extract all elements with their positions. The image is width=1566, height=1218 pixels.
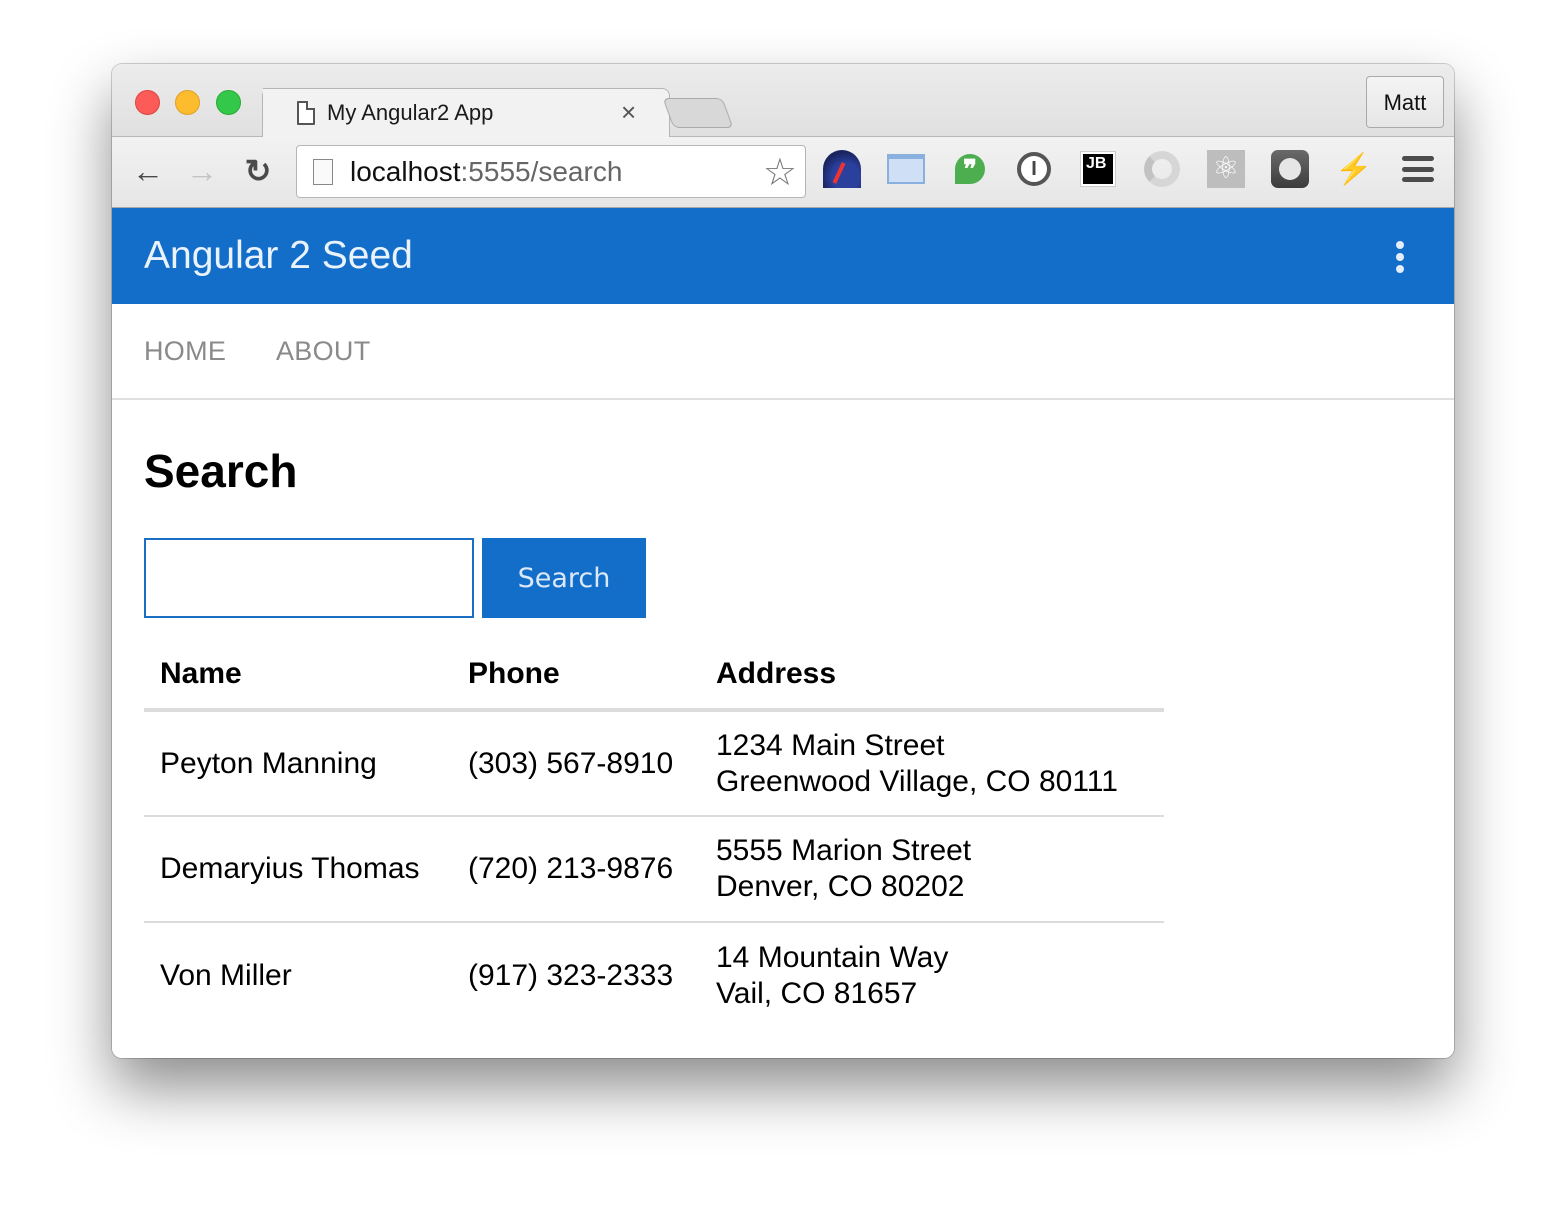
page-icon — [297, 101, 315, 125]
1password-extension-icon[interactable]: I — [1014, 149, 1054, 189]
close-window-button[interactable] — [135, 90, 160, 115]
cell-phone: (303) 567-8910 — [452, 710, 700, 817]
column-header-phone: Phone — [452, 640, 700, 712]
table-header-row: Name Phone Address — [144, 640, 1164, 712]
zoom-window-button[interactable] — [216, 90, 241, 115]
speedometer-extension-icon[interactable] — [822, 149, 862, 189]
address-line-2: Greenwood Village, CO 80111 — [716, 764, 1118, 798]
jetbrains-extension-icon[interactable]: JB — [1078, 149, 1118, 189]
page-icon — [313, 159, 333, 185]
cell-address: 1234 Main Street Greenwood Village, CO 8… — [700, 710, 1164, 817]
browser-tab-active[interactable]: My Angular2 App × — [262, 88, 670, 138]
profile-button[interactable]: Matt — [1366, 76, 1444, 128]
more-vert-icon[interactable] — [1394, 241, 1406, 273]
back-arrow-icon[interactable]: ← — [130, 153, 166, 189]
new-tab-button[interactable] — [662, 98, 734, 128]
address-line-2: Denver, CO 80202 — [716, 870, 965, 903]
table-row: Peyton Manning (303) 567-8910 1234 Main … — [144, 710, 1164, 817]
address-bar[interactable]: localhost:5555/search ☆ — [296, 145, 806, 198]
page-title: Search — [144, 445, 298, 497]
tab-title: My Angular2 App — [327, 100, 494, 125]
hamburger-menu-icon[interactable] — [1398, 149, 1438, 189]
cell-name: Demaryius Thomas — [144, 816, 452, 923]
cell-name: Peyton Manning — [144, 710, 452, 817]
cell-phone: (917) 323-2333 — [468, 958, 674, 992]
address-line-1: 14 Mountain Way — [716, 940, 949, 974]
cell-address: 14 Mountain Way Vail, CO 81657 — [700, 922, 1164, 1028]
hangouts-extension-icon[interactable]: ❞ — [950, 149, 990, 189]
table-row: Demaryius Thomas (720) 213-9876 5555 Mar… — [144, 816, 1164, 923]
cell-address: 5555 Marion Street Denver, CO 80202 — [700, 816, 1164, 923]
lightning-extension-icon[interactable]: ⚡ — [1334, 149, 1374, 189]
url-host: localhost — [350, 156, 461, 187]
react-devtools-extension-icon[interactable]: ⚛ — [1206, 149, 1246, 189]
json-viewer-extension-icon[interactable] — [1142, 149, 1182, 189]
minimize-window-button[interactable] — [175, 90, 200, 115]
window-resizer-extension-icon[interactable] — [886, 149, 926, 189]
column-header-name: Name — [144, 640, 452, 712]
nav-link-home[interactable]: HOME — [144, 336, 226, 367]
address-line-1: 5555 Marion Street — [716, 834, 972, 867]
tab-close-icon[interactable]: × — [621, 97, 636, 128]
column-header-address: Address — [700, 640, 1164, 712]
forward-arrow-icon[interactable]: → — [184, 153, 220, 189]
cell-name: Von Miller — [160, 958, 292, 992]
app-title: Angular 2 Seed — [144, 234, 413, 277]
url-text[interactable]: localhost:5555/search — [350, 156, 622, 188]
app-header: Angular 2 Seed — [112, 208, 1454, 304]
reload-icon[interactable]: ↻ — [240, 153, 276, 189]
address-line-1: 1234 Main Street — [716, 728, 945, 762]
address-line-2: Vail, CO 81657 — [716, 976, 918, 1010]
nav-link-about[interactable]: ABOUT — [276, 336, 371, 367]
tab-strip: My Angular2 App × Matt — [112, 64, 1454, 138]
table-row: Von Miller (917) 323-2333 14 Mountain Wa… — [144, 922, 1164, 1028]
url-path: :5555/search — [460, 156, 623, 187]
browser-window: My Angular2 App × Matt ← → ↻ localhost:5… — [112, 64, 1454, 1058]
cell-phone: (720) 213-9876 — [452, 816, 700, 923]
page-content: Angular 2 Seed HOME ABOUT Search Search … — [112, 208, 1454, 1058]
browser-toolbar: ← → ↻ localhost:5555/search ☆ ❞ I JB ⚛ ⚡ — [112, 137, 1454, 208]
main-nav: HOME ABOUT — [112, 304, 1454, 400]
bookmark-star-icon[interactable]: ☆ — [763, 150, 797, 195]
dark-reader-extension-icon[interactable] — [1270, 149, 1310, 189]
results-table: Name Phone Address Peyton Manning (303) … — [144, 640, 1164, 1028]
search-input[interactable] — [144, 538, 474, 618]
search-button[interactable]: Search — [482, 538, 646, 618]
